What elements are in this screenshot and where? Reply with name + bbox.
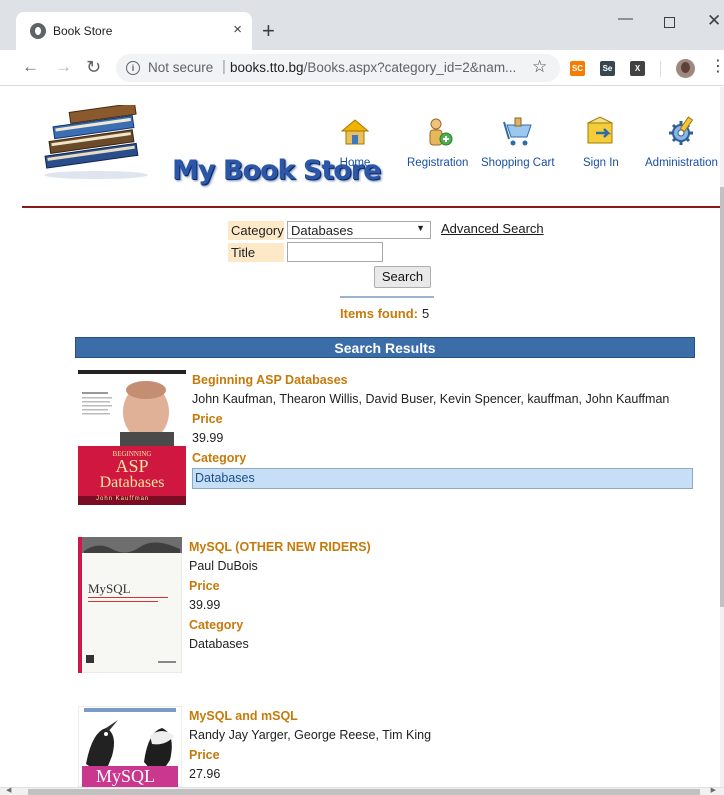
scroll-right-icon[interactable]: ▶ (711, 787, 716, 795)
chevron-down-icon: ▼ (416, 223, 425, 233)
nav-home[interactable]: Home (338, 115, 372, 169)
toolbar-divider (660, 61, 661, 77)
title-input[interactable] (287, 242, 383, 262)
nav-sign-in[interactable]: Sign In (583, 115, 619, 169)
extension-x-icon[interactable]: X (630, 61, 645, 76)
back-arrow-icon[interactable]: ← (22, 57, 39, 77)
price-label: Price (189, 748, 220, 762)
administration-icon (669, 116, 694, 145)
book-authors: Paul DuBois (189, 559, 258, 573)
url-divider: | (222, 58, 226, 75)
home-icon (340, 119, 370, 145)
book-info: MySQL (OTHER NEW RIDERS) Paul DuBois Pri… (189, 537, 371, 654)
sign-in-icon (587, 116, 613, 144)
search-results-header: Search Results (75, 337, 695, 358)
nav-shopping-cart[interactable]: Shopping Cart (481, 115, 555, 169)
extension-selenium-icon[interactable]: Se (600, 61, 615, 76)
book-cover[interactable]: MySQL (78, 706, 182, 787)
title-label: Title (228, 243, 284, 262)
book-title-link[interactable]: Beginning ASP Databases (192, 370, 693, 390)
tab-title: Book Store (53, 24, 113, 38)
shopping-cart-icon (502, 117, 532, 146)
items-found: Items found: 5 (340, 306, 430, 321)
header-divider (22, 206, 720, 208)
tab-close-icon[interactable]: × (233, 20, 242, 40)
search-button[interactable]: Search (374, 266, 431, 288)
nav-registration[interactable]: Registration (407, 115, 468, 169)
kebab-menu-icon[interactable]: ⋮ (710, 58, 724, 76)
book-title-link[interactable]: MySQL (OTHER NEW RIDERS) (189, 537, 371, 557)
reload-icon[interactable]: ↻ (86, 57, 101, 77)
extension-sc-icon[interactable]: SC (570, 61, 585, 76)
maximize-icon[interactable] (664, 17, 675, 28)
vertical-scrollbar[interactable] (720, 87, 724, 787)
category-heading: Category (189, 618, 244, 632)
book-title-link[interactable]: MySQL and mSQL (189, 706, 431, 726)
items-found-divider (340, 296, 434, 298)
price-label: Price (189, 579, 220, 593)
window-close-icon[interactable]: ✕ (707, 12, 721, 30)
security-label: Not secure (148, 60, 214, 75)
scroll-left-icon[interactable]: ◀ (6, 787, 11, 795)
address-bar[interactable]: i Not secure | books.tto.bg/Books.aspx?c… (116, 54, 560, 82)
forward-arrow-icon[interactable]: → (55, 57, 72, 77)
book-cover[interactable]: MySQL (78, 537, 182, 673)
book-category-selected[interactable]: Databases (192, 468, 693, 489)
horizontal-scrollbar[interactable]: ◀ ▶ (0, 787, 724, 795)
info-icon[interactable]: i (126, 61, 140, 75)
globe-icon (30, 23, 46, 39)
bookmark-star-icon[interactable]: ☆ (532, 57, 547, 77)
registration-icon (429, 118, 453, 146)
horizontal-scroll-thumb[interactable] (28, 789, 700, 795)
book-price: 27.96 (189, 767, 221, 781)
book-price: 39.99 (189, 598, 221, 612)
vertical-scroll-thumb[interactable] (720, 187, 724, 607)
price-label: Price (192, 412, 223, 426)
tab-strip: Book Store × + — ✕ (0, 0, 724, 50)
page-content: My Book Store Home Registration Shopping… (0, 87, 724, 787)
profile-avatar[interactable] (676, 59, 695, 78)
book-authors: Randy Jay Yarger, George Reese, Tim King (189, 728, 432, 742)
site-logo[interactable]: My Book Store (36, 102, 381, 186)
advanced-search-link[interactable]: Advanced Search (441, 221, 544, 236)
category-heading: Category (192, 451, 247, 465)
minimize-icon[interactable]: — (618, 10, 633, 28)
book-authors: John Kaufman, Thearon Willis, David Buse… (192, 392, 670, 406)
browser-toolbar: ← → ↻ i Not secure | books.tto.bg/Books.… (0, 50, 724, 86)
book-category: Databases (189, 637, 249, 651)
book-price: 39.99 (192, 431, 224, 445)
new-tab-icon[interactable]: + (262, 20, 275, 42)
book-info: MySQL and mSQL Randy Jay Yarger, George … (189, 706, 431, 784)
book-info: Beginning ASP Databases John Kaufman, Th… (192, 370, 693, 489)
category-select[interactable]: Databases ▼ (287, 221, 431, 239)
url-text[interactable]: books.tto.bg/Books.aspx?category_id=2&na… (230, 60, 516, 75)
nav-administration[interactable]: Administration (645, 115, 718, 169)
category-label: Category (228, 221, 284, 240)
book-cover[interactable]: BEGINNING ASP Databases John Kauffman (78, 370, 186, 505)
items-found-count: 5 (422, 306, 430, 321)
browser-tab[interactable]: Book Store × (16, 12, 252, 50)
